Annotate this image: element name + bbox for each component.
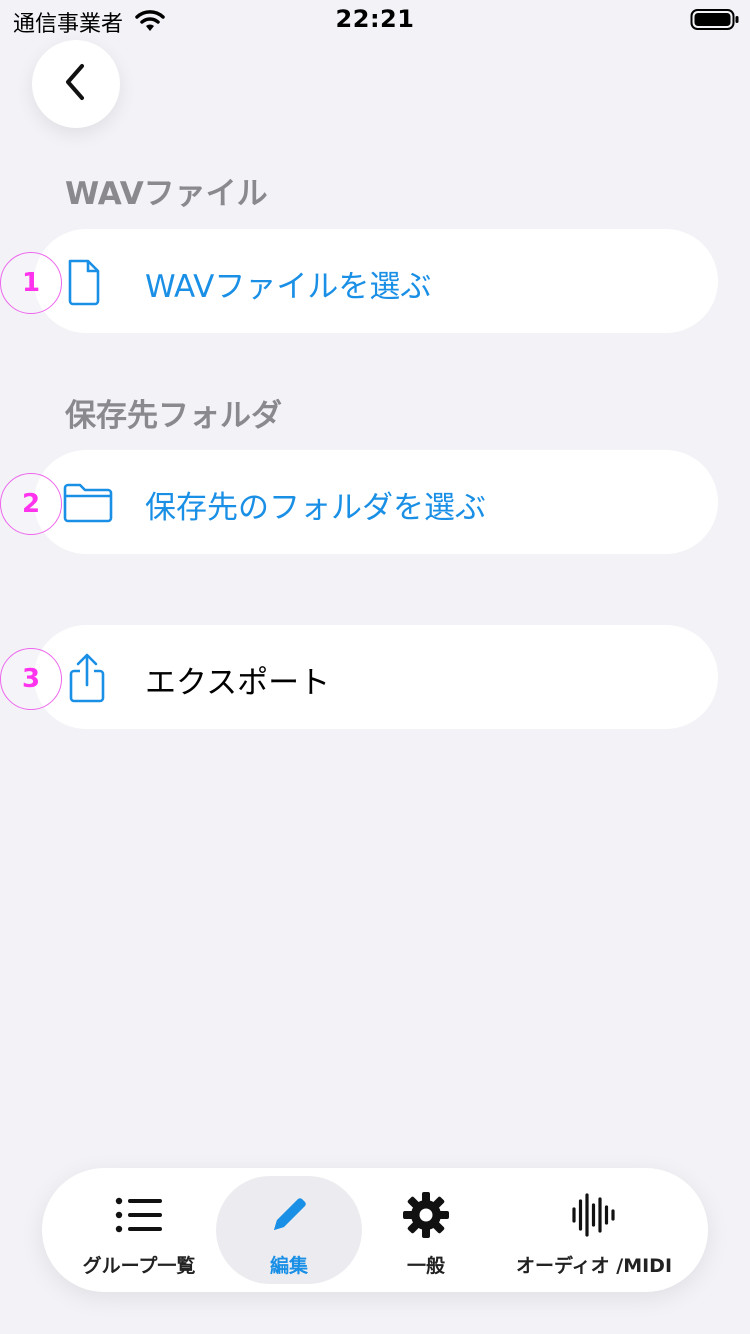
pencil-icon — [268, 1193, 310, 1237]
tab-edit-label: 編集 — [269, 1255, 308, 1277]
export-label: エクスポート — [145, 665, 331, 701]
list-icon — [115, 1193, 163, 1237]
tab-edit[interactable]: 編集 — [216, 1176, 362, 1284]
step-badge-1: 1 — [0, 252, 62, 314]
step-badge-2: 2 — [0, 473, 62, 535]
choose-folder-button[interactable]: 保存先のフォルダを選ぶ — [34, 450, 718, 554]
section-header-folder: 保存先フォルダ — [65, 398, 282, 434]
battery-icon — [690, 8, 740, 36]
choose-wav-button[interactable]: WAVファイルを選ぶ — [34, 229, 718, 333]
tab-audio-midi[interactable]: オーディオ /MIDI — [510, 1176, 678, 1284]
folder-icon — [62, 482, 114, 528]
export-button[interactable]: エクスポート — [34, 625, 718, 729]
status-time: 22:21 — [335, 5, 415, 33]
section-header-wav: WAVファイル — [65, 176, 268, 212]
choose-folder-label: 保存先のフォルダを選ぶ — [145, 490, 486, 526]
tab-group-list[interactable]: グループ一覧 — [72, 1176, 206, 1284]
choose-wav-label: WAVファイルを選ぶ — [145, 269, 432, 305]
tab-audio-midi-label: オーディオ /MIDI — [515, 1255, 673, 1277]
tab-group-list-label: グループ一覧 — [82, 1255, 196, 1277]
step-badge-3: 3 — [0, 648, 62, 710]
chevron-left-icon — [61, 62, 91, 106]
tab-general-label: 一般 — [406, 1255, 445, 1277]
gear-icon — [402, 1192, 450, 1238]
tab-bar: グループ一覧 編集 一般 オーディオ /MIDI — [42, 1168, 708, 1292]
document-icon — [64, 257, 104, 311]
waveform-icon — [571, 1193, 617, 1237]
back-button[interactable] — [32, 40, 120, 128]
share-icon — [66, 651, 108, 709]
tab-general[interactable]: 一般 — [372, 1176, 480, 1284]
status-bar: 通信事業者 22:21 — [0, 0, 750, 40]
